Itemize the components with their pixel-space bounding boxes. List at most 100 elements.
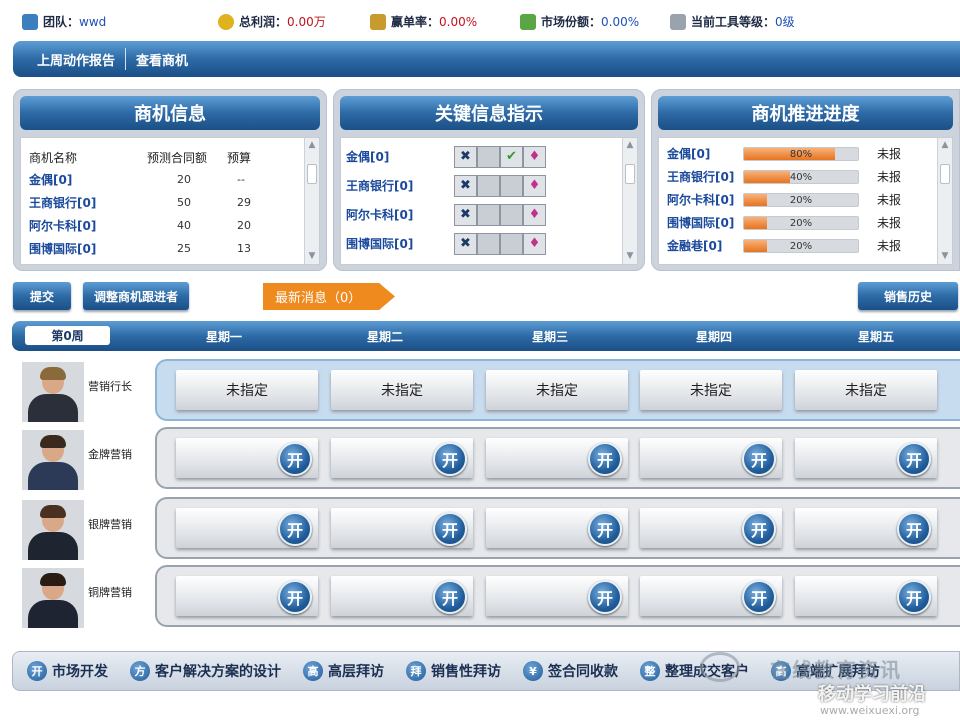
assign-slot-button[interactable]: 未指定: [486, 370, 628, 410]
key-info-name[interactable]: 围博国际[0]: [346, 235, 454, 252]
scroll-down-icon[interactable]: ▼: [623, 249, 637, 264]
adjust-followers-button[interactable]: 调整商机跟进者: [83, 282, 189, 310]
tools-icon[interactable]: ✖: [454, 145, 477, 168]
scroll-thumb[interactable]: [940, 164, 950, 184]
open-slot-button[interactable]: 开: [742, 442, 776, 476]
progress-row[interactable]: 金偶[0] 80% 未报: [659, 142, 952, 165]
opportunity-name[interactable]: 金偶[0]: [29, 168, 147, 191]
key-info-name[interactable]: 王商银行[0]: [346, 177, 454, 194]
open-slot-button[interactable]: 开: [742, 512, 776, 546]
day-friday: 星期五: [858, 330, 895, 344]
open-slot-button[interactable]: 开: [433, 442, 467, 476]
latest-news-tab[interactable]: 最新消息（0）: [263, 283, 395, 310]
schedule-slot[interactable]: 开: [486, 438, 628, 478]
open-slot-button[interactable]: 开: [897, 580, 931, 614]
forecast-value: 50: [177, 196, 191, 209]
tools-icon[interactable]: ✖: [454, 232, 477, 255]
scroll-thumb[interactable]: [307, 164, 317, 184]
key-info-row[interactable]: 围博国际[0] ✖ ♦: [341, 229, 637, 258]
schedule-slot[interactable]: 开: [640, 508, 782, 548]
sales-history-button[interactable]: 销售历史: [858, 282, 958, 310]
scroll-down-icon[interactable]: ▼: [938, 249, 952, 264]
scroll-up-icon[interactable]: ▲: [938, 138, 952, 153]
progress-name[interactable]: 王商银行[0]: [667, 168, 743, 185]
table-row[interactable]: 阿尔卡科[0] 40 20: [29, 214, 289, 237]
legend-item: ¥ 签合同收款: [523, 661, 618, 681]
opportunity-name[interactable]: 阿尔卡科[0]: [29, 214, 147, 237]
open-slot-button[interactable]: 开: [588, 442, 622, 476]
open-slot-button[interactable]: 开: [433, 512, 467, 546]
open-slot-button[interactable]: 开: [897, 512, 931, 546]
opportunity-panel: 商机信息 商机名称 预测合同额 预算 金偶[0] 20 -- 王商银行[0] 5…: [13, 89, 327, 271]
opportunity-list: 商机名称 预测合同额 预算 金偶[0] 20 -- 王商银行[0] 50 29 …: [20, 137, 320, 265]
open-slot-button[interactable]: 开: [897, 442, 931, 476]
assign-slot-button[interactable]: 未指定: [795, 370, 937, 410]
schedule-slot[interactable]: 开: [176, 576, 318, 616]
progress-name[interactable]: 阿尔卡科[0]: [667, 191, 743, 208]
progress-row[interactable]: 王商银行[0] 40% 未报: [659, 165, 952, 188]
scroll-up-icon[interactable]: ▲: [623, 138, 637, 153]
table-row[interactable]: 金偶[0] 20 --: [29, 168, 289, 191]
open-slot-button[interactable]: 开: [742, 580, 776, 614]
tool-level-label: 当前工具等级：: [691, 15, 776, 29]
progress-name[interactable]: 围博国际[0]: [667, 214, 743, 231]
schedule-slot[interactable]: 开: [640, 576, 782, 616]
schedule-slot[interactable]: 开: [795, 508, 937, 548]
submit-button[interactable]: 提交: [13, 282, 71, 310]
opportunity-scrollbar[interactable]: ▲ ▼: [304, 138, 319, 264]
assign-slot-button[interactable]: 未指定: [176, 370, 318, 410]
schedule-slot[interactable]: 开: [795, 438, 937, 478]
progress-name[interactable]: 金偶[0]: [667, 145, 743, 162]
progress-bar: 80%: [743, 146, 859, 161]
nav-view-opportunities[interactable]: 查看商机: [126, 50, 198, 69]
money-bag-icon[interactable]: ♦: [523, 174, 546, 197]
schedule-slot[interactable]: 开: [331, 508, 473, 548]
tools-icon[interactable]: ✖: [454, 203, 477, 226]
nav-last-week-report[interactable]: 上周动作报告: [27, 50, 125, 69]
money-bag-icon[interactable]: ♦: [523, 232, 546, 255]
opportunity-table: 商机名称 预测合同额 预算 金偶[0] 20 -- 王商银行[0] 50 29 …: [29, 146, 289, 260]
schedule-slot[interactable]: 开: [486, 576, 628, 616]
schedule-slot[interactable]: 开: [640, 438, 782, 478]
open-slot-button[interactable]: 开: [278, 442, 312, 476]
progress-panel-title: 商机推进进度: [658, 96, 953, 130]
scroll-down-icon[interactable]: ▼: [305, 249, 319, 264]
open-slot-button[interactable]: 开: [278, 512, 312, 546]
progress-scrollbar[interactable]: ▲ ▼: [937, 138, 952, 264]
assign-slot-button[interactable]: 未指定: [331, 370, 473, 410]
schedule-slot[interactable]: 开: [176, 438, 318, 478]
win-rate-stat: 赢单率： 0.00%: [370, 13, 477, 30]
scroll-thumb[interactable]: [625, 164, 635, 184]
progress-name[interactable]: 金融巷[0]: [667, 237, 743, 254]
table-row[interactable]: 围博国际[0] 25 13: [29, 237, 289, 260]
opportunity-name[interactable]: 王商银行[0]: [29, 191, 147, 214]
key-info-scrollbar[interactable]: ▲ ▼: [622, 138, 637, 264]
progress-row[interactable]: 金融巷[0] 20% 未报: [659, 234, 952, 257]
key-info-row[interactable]: 金偶[0] ✖ ✔ ♦: [341, 142, 637, 171]
schedule-slot[interactable]: 开: [795, 576, 937, 616]
schedule-slot[interactable]: 开: [331, 438, 473, 478]
schedule-slot[interactable]: 开: [486, 508, 628, 548]
tools-icon[interactable]: ✖: [454, 174, 477, 197]
open-slot-button[interactable]: 开: [278, 580, 312, 614]
progress-row[interactable]: 阿尔卡科[0] 20% 未报: [659, 188, 952, 211]
key-info-row[interactable]: 阿尔卡科[0] ✖ ♦: [341, 200, 637, 229]
key-info-row[interactable]: 王商银行[0] ✖ ♦: [341, 171, 637, 200]
open-slot-button[interactable]: 开: [588, 512, 622, 546]
check-icon[interactable]: ✔: [500, 145, 523, 168]
open-slot-button[interactable]: 开: [433, 580, 467, 614]
money-bag-icon[interactable]: ♦: [523, 145, 546, 168]
legend-item: 高高层拜访: [303, 661, 384, 681]
schedule-slot[interactable]: 开: [176, 508, 318, 548]
table-row[interactable]: 王商银行[0] 50 29: [29, 191, 289, 214]
report-status: 未报: [877, 193, 902, 207]
key-info-name[interactable]: 阿尔卡科[0]: [346, 206, 454, 223]
money-bag-icon[interactable]: ♦: [523, 203, 546, 226]
progress-row[interactable]: 围博国际[0] 20% 未报: [659, 211, 952, 234]
schedule-slot[interactable]: 开: [331, 576, 473, 616]
assign-slot-button[interactable]: 未指定: [640, 370, 782, 410]
scroll-up-icon[interactable]: ▲: [305, 138, 319, 153]
key-info-name[interactable]: 金偶[0]: [346, 148, 454, 165]
open-slot-button[interactable]: 开: [588, 580, 622, 614]
opportunity-name[interactable]: 围博国际[0]: [29, 237, 147, 260]
